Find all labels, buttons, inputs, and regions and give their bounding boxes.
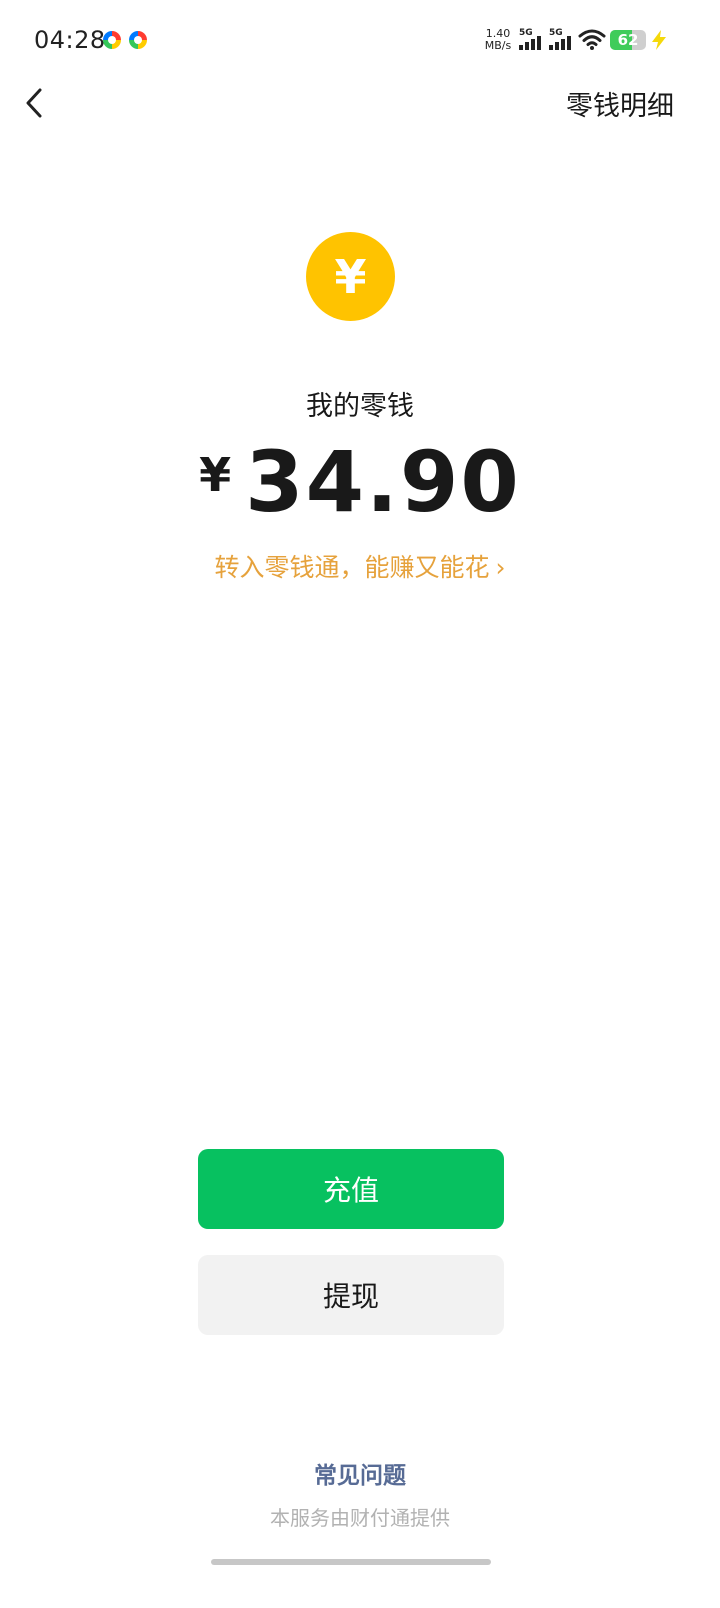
sim1-signal-icon: 5G (519, 28, 545, 50)
network-speed-unit: MB/s (484, 39, 512, 52)
yuan-coin-icon: ¥ (306, 232, 395, 321)
wallet-balance-page: 04:28 1.40 MB/s 5G 5G 62 零钱明细 ¥ 我的零钱 ¥ 3… (0, 0, 720, 1608)
battery-level: 62 (617, 31, 639, 49)
signal-bars-icon (549, 36, 571, 50)
battery-icon: 62 (610, 30, 646, 50)
balance-label: 我的零钱 (306, 391, 414, 422)
signal-bars-icon (519, 36, 541, 50)
sim2-signal-icon: 5G (549, 28, 575, 50)
back-button[interactable] (18, 82, 58, 126)
app-notification-icon (103, 31, 121, 49)
balance-amount: 34.90 (245, 433, 521, 531)
balance-display: ¥ 34.90 (0, 436, 720, 528)
withdraw-button[interactable]: 提现 (198, 1255, 504, 1335)
chevron-left-icon (26, 88, 42, 118)
app-notification-icon (129, 31, 147, 49)
status-time: 04:28 (34, 26, 106, 54)
chevron-right-icon: › (495, 553, 506, 582)
provider-note: 本服务由财付通提供 (270, 1506, 450, 1530)
wifi-icon (578, 29, 606, 50)
recharge-button[interactable]: 充值 (198, 1149, 504, 1229)
home-indicator[interactable] (211, 1559, 491, 1565)
charging-bolt-icon (652, 30, 666, 50)
balance-detail-link[interactable]: 零钱明细 (566, 84, 674, 123)
status-bar: 04:28 1.40 MB/s 5G 5G 62 (0, 0, 720, 80)
currency-symbol: ¥ (199, 448, 232, 502)
wealth-transfer-promo-link[interactable]: 转入零钱通，能赚又能花 › (0, 548, 720, 584)
promo-text: 转入零钱通，能赚又能花 (214, 553, 490, 582)
faq-link[interactable]: 常见问题 (0, 1456, 720, 1490)
network-speed: 1.40 MB/s (483, 28, 513, 52)
